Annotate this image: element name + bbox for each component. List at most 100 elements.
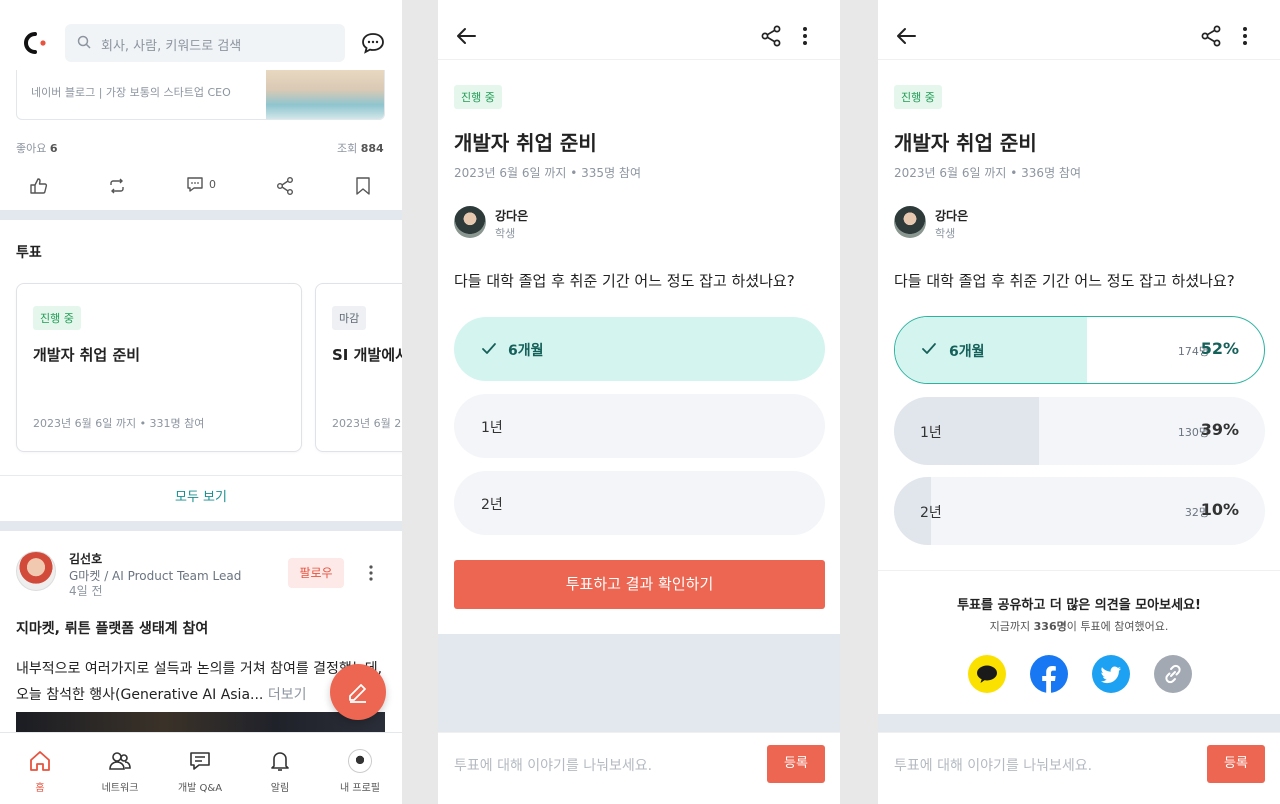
link-preview-card[interactable]: 네이버 블로그 | 가장 보통의 스타트업 CEO <box>16 70 385 120</box>
views-count: 884 <box>360 142 384 155</box>
write-post-button[interactable] <box>330 664 386 720</box>
share-icon[interactable] <box>760 25 782 47</box>
back-arrow-icon[interactable] <box>454 24 478 48</box>
comment-bar: 투표에 대해 이야기를 나눠보세요. 등록 <box>878 732 1280 804</box>
search-placeholder: 회사, 사람, 키워드로 검색 <box>101 39 242 54</box>
poll-result-option[interactable]: 6개월 174명 52% <box>894 316 1265 384</box>
bell-icon <box>271 752 289 771</box>
poll-meta: 2023년 6월 6일 까지 • 336명 참여 <box>894 166 1081 180</box>
poll-header <box>878 0 1280 60</box>
post-body-text: 내부적으로 여러가지로 설득과 논의를 거쳐 참여를 결정했는데, 오늘 참석한… <box>16 661 383 703</box>
more-icon[interactable] <box>1242 25 1248 47</box>
poll-result-option[interactable]: 2년 32명 10% <box>894 477 1265 545</box>
more-icon[interactable] <box>802 25 808 47</box>
poll-card-title: SI 개발에서 <box>332 346 402 364</box>
register-button[interactable]: 등록 <box>1207 745 1265 783</box>
repost-icon[interactable] <box>107 176 127 196</box>
poll-result-option[interactable]: 1년 130명 39% <box>894 397 1265 465</box>
tab-label: 알림 <box>270 783 290 794</box>
poll-option-label: 1년 <box>481 420 503 436</box>
poll-author-role: 학생 <box>935 227 956 240</box>
poll-result-bar <box>894 397 1039 465</box>
section-divider <box>438 634 840 732</box>
see-all-button[interactable]: 모두 보기 <box>0 475 402 521</box>
poll-result-screen: 진행 중 개발자 취업 준비 2023년 6월 6일 까지 • 336명 참여 … <box>878 0 1280 804</box>
tab-label: 내 프로필 <box>340 783 380 794</box>
participant-count: 336명 <box>1033 620 1067 633</box>
poll-section-title: 투표 <box>16 245 42 261</box>
profile-icon <box>348 749 372 773</box>
section-divider <box>0 521 402 531</box>
status-badge: 진행 중 <box>894 85 942 109</box>
tab-home[interactable]: 홈 <box>0 733 80 804</box>
bottom-tab-bar: 홈 네트워크 개발 Q&A 알림 내 프로필 <box>0 732 402 804</box>
tab-network[interactable]: 네트워크 <box>80 733 160 804</box>
poll-option-label: 1년 <box>920 425 942 441</box>
share-title: 투표를 공유하고 더 많은 의견을 모아보세요! <box>957 598 1201 613</box>
share-subtitle-prefix: 지금까지 <box>989 620 1034 633</box>
poll-author-name[interactable]: 강다은 <box>935 207 968 224</box>
post-title[interactable]: 지마켓, 뤼튼 플랫폼 생태계 참여 <box>16 618 208 638</box>
tab-label: 개발 Q&A <box>177 783 223 794</box>
app-logo[interactable] <box>18 30 48 56</box>
poll-option-label: 6개월 <box>949 344 985 360</box>
read-more-link[interactable]: 더보기 <box>268 687 307 703</box>
comment-input[interactable]: 투표에 대해 이야기를 나눠보세요. <box>894 755 1092 775</box>
poll-card-meta: 2023년 6월 2 <box>332 417 402 430</box>
section-divider <box>0 210 402 220</box>
poll-header <box>438 0 840 60</box>
twitter-icon[interactable] <box>1092 655 1130 693</box>
poll-option-percent: 52% <box>1200 339 1239 358</box>
poll-option-percent: 10% <box>1200 500 1239 519</box>
tab-dev-qa[interactable]: 개발 Q&A <box>160 733 240 804</box>
tab-label: 네트워크 <box>101 783 139 794</box>
search-input[interactable]: 회사, 사람, 키워드로 검색 <box>65 24 345 62</box>
comment-input[interactable]: 투표에 대해 이야기를 나눠보세요. <box>454 755 652 775</box>
poll-option[interactable]: 6개월 <box>454 317 825 381</box>
views-label: 조회 <box>337 142 358 155</box>
vote-submit-button[interactable]: 투표하고 결과 확인하기 <box>454 560 825 609</box>
poll-author-role: 학생 <box>495 227 516 240</box>
status-badge: 진행 중 <box>33 306 81 330</box>
edit-icon <box>349 684 366 703</box>
message-icon[interactable] <box>361 32 385 54</box>
share-icon[interactable] <box>275 176 295 196</box>
poll-option-label: 2년 <box>481 497 503 513</box>
share-subtitle: 지금까지 336명이 투표에 참여했어요. <box>878 618 1280 634</box>
link-preview-text: 네이버 블로그 | 가장 보통의 스타트업 CEO <box>31 86 231 99</box>
search-icon <box>77 35 91 49</box>
feed-screen: 회사, 사람, 키워드로 검색 네이버 블로그 | 가장 보통의 스타트업 CE… <box>0 0 402 804</box>
poll-author-name[interactable]: 강다은 <box>495 207 528 224</box>
tab-notifications[interactable]: 알림 <box>240 733 320 804</box>
home-icon <box>30 751 50 771</box>
avatar[interactable] <box>16 551 56 591</box>
more-icon[interactable] <box>368 564 374 582</box>
avatar[interactable] <box>894 206 926 238</box>
poll-card-title: 개발자 취업 준비 <box>33 346 141 364</box>
poll-option-label: 6개월 <box>508 343 544 359</box>
follow-button[interactable]: 팔로우 <box>288 558 344 588</box>
section-divider <box>878 714 1280 732</box>
tab-my-profile[interactable]: 내 프로필 <box>320 733 400 804</box>
register-button[interactable]: 등록 <box>767 745 825 783</box>
comment-bar: 투표에 대해 이야기를 나눠보세요. 등록 <box>438 732 840 804</box>
poll-card[interactable]: 진행 중 개발자 취업 준비 2023년 6월 6일 까지 • 331명 참여 <box>16 283 302 452</box>
link-icon[interactable] <box>1154 655 1192 693</box>
poll-title: 개발자 취업 준비 <box>894 131 1037 155</box>
qa-icon <box>190 752 210 770</box>
poll-option[interactable]: 1년 <box>454 394 825 458</box>
post-time: 4일 전 <box>69 584 103 598</box>
share-icon[interactable] <box>1200 25 1222 47</box>
post-author-name[interactable]: 김선호 <box>69 550 102 567</box>
kakao-icon[interactable] <box>968 655 1006 693</box>
bookmark-icon[interactable] <box>354 176 372 196</box>
comment-icon[interactable] <box>186 176 204 194</box>
avatar[interactable] <box>454 206 486 238</box>
likes-stat: 좋아요 6 <box>16 140 58 156</box>
poll-question: 다들 대학 졸업 후 취준 기간 어느 정도 잡고 하셨나요? <box>894 272 1235 290</box>
back-arrow-icon[interactable] <box>894 24 918 48</box>
like-icon[interactable] <box>29 176 49 196</box>
poll-option[interactable]: 2년 <box>454 471 825 535</box>
facebook-icon[interactable] <box>1030 655 1068 693</box>
poll-card[interactable]: 마감 SI 개발에서 2023년 6월 2 <box>315 283 402 452</box>
